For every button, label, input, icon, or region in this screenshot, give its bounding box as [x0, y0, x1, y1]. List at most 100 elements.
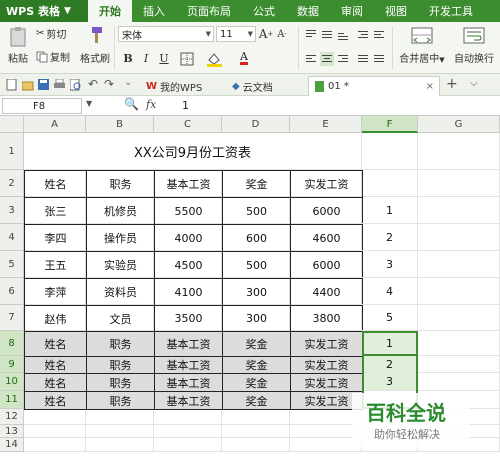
empty-cell[interactable]	[86, 425, 154, 438]
header-cell[interactable]: 奖金	[222, 331, 291, 357]
empty-cell[interactable]	[24, 409, 86, 425]
data-cell[interactable]: 5500	[154, 197, 223, 225]
italic-button[interactable]: I	[138, 50, 154, 66]
row-header[interactable]: 13	[0, 425, 24, 438]
row-header[interactable]: 3	[0, 197, 24, 224]
tab-document-01[interactable]: 01 * ×	[308, 76, 440, 96]
empty-cell[interactable]	[24, 425, 86, 438]
f-value-cell[interactable]: 3	[362, 251, 418, 278]
data-cell[interactable]: 6000	[290, 197, 363, 225]
empty-cell[interactable]	[222, 438, 290, 452]
open-folder-icon[interactable]	[22, 79, 34, 91]
f-value-cell[interactable]: 5	[362, 305, 418, 331]
header-cell[interactable]: 奖金	[222, 170, 291, 198]
header-cell[interactable]: 实发工资	[290, 373, 363, 392]
empty-cell[interactable]	[24, 438, 86, 452]
header-cell[interactable]: 奖金	[222, 356, 291, 374]
row-header[interactable]: 14	[0, 438, 24, 452]
format-painter-button[interactable]: 格式刷	[78, 26, 112, 65]
empty-cell[interactable]	[418, 251, 500, 278]
empty-cell[interactable]	[418, 356, 500, 373]
header-cell[interactable]: 奖金	[222, 391, 291, 410]
tab-my-wps[interactable]: W 我的WPS	[140, 76, 208, 96]
save-icon[interactable]	[38, 79, 50, 91]
sheet-title[interactable]: XX公司9月份工资表	[24, 133, 362, 170]
data-cell[interactable]: 300	[222, 278, 291, 306]
row-header[interactable]: 1	[0, 133, 24, 170]
empty-cell[interactable]	[418, 224, 500, 251]
undo-icon[interactable]: ↶	[88, 77, 98, 91]
f-value-cell[interactable]: 2	[362, 224, 418, 251]
header-cell[interactable]: 基本工资	[154, 356, 223, 374]
tab-list-icon[interactable]: ⌵	[470, 78, 478, 89]
distributed-icon[interactable]	[372, 52, 386, 66]
empty-cell[interactable]	[418, 373, 500, 391]
grow-font-button[interactable]: A +	[258, 26, 274, 42]
empty-cell[interactable]	[418, 133, 500, 170]
header-cell[interactable]: 基本工资	[154, 331, 223, 357]
header-cell[interactable]: 姓名	[24, 170, 87, 198]
f-value-cell[interactable]: 1	[362, 197, 418, 224]
column-header[interactable]: F	[362, 116, 418, 133]
align-top-icon[interactable]	[304, 28, 318, 42]
align-middle-icon[interactable]	[320, 28, 334, 42]
data-cell[interactable]: 李四	[24, 224, 87, 252]
underline-button[interactable]: U	[156, 50, 172, 66]
row-header[interactable]: 5	[0, 251, 24, 278]
header-cell[interactable]: 实发工资	[290, 356, 363, 374]
data-cell[interactable]: 操作员	[86, 224, 155, 252]
empty-cell[interactable]	[418, 305, 500, 331]
header-cell[interactable]: 职务	[86, 356, 155, 374]
header-cell[interactable]: 职务	[86, 331, 155, 357]
empty-cell[interactable]	[362, 170, 418, 197]
header-cell[interactable]: 奖金	[222, 373, 291, 392]
paste-button[interactable]: 粘贴	[6, 26, 30, 65]
data-cell[interactable]: 600	[222, 224, 291, 252]
print-preview-icon[interactable]	[70, 79, 82, 91]
header-cell[interactable]: 姓名	[24, 373, 87, 392]
data-cell[interactable]: 500	[222, 251, 291, 279]
wrap-text-button[interactable]: 自动换行	[450, 26, 498, 65]
data-cell[interactable]: 王五	[24, 251, 87, 279]
f-value-cell[interactable]: 4	[362, 278, 418, 305]
data-cell[interactable]: 3500	[154, 305, 223, 332]
data-cell[interactable]: 4400	[290, 278, 363, 306]
font-size-select[interactable]: 11 ▼	[216, 26, 256, 42]
justify-icon[interactable]	[356, 52, 370, 66]
row-header[interactable]: 6	[0, 278, 24, 305]
row-header[interactable]: 10	[0, 373, 24, 391]
align-right-icon[interactable]	[336, 52, 350, 66]
tab-data[interactable]: 数据	[286, 0, 330, 22]
tab-developer[interactable]: 开发工具	[418, 0, 484, 22]
customize-quick-access-icon[interactable]: ⌄	[124, 77, 132, 88]
column-header[interactable]: G	[418, 116, 500, 133]
header-cell[interactable]: 基本工资	[154, 170, 223, 198]
data-cell[interactable]: 6000	[290, 251, 363, 279]
print-icon[interactable]	[54, 79, 66, 91]
header-cell[interactable]: 姓名	[24, 391, 87, 410]
empty-cell[interactable]	[222, 409, 290, 425]
data-cell[interactable]: 实验员	[86, 251, 155, 279]
fill-color-icon[interactable]	[206, 51, 224, 67]
header-cell[interactable]: 姓名	[24, 356, 87, 374]
data-cell[interactable]: 3800	[290, 305, 363, 332]
header-cell[interactable]: 实发工资	[290, 331, 363, 357]
bold-button[interactable]: B	[120, 50, 136, 66]
header-cell[interactable]: 基本工资	[154, 373, 223, 392]
data-cell[interactable]: 4500	[154, 251, 223, 279]
tab-review[interactable]: 审阅	[330, 0, 374, 22]
increase-indent-icon[interactable]	[372, 28, 386, 42]
formula-input[interactable]: 1	[182, 99, 189, 112]
data-cell[interactable]: 赵伟	[24, 305, 87, 332]
column-header[interactable]: D	[222, 116, 290, 133]
data-cell[interactable]: 李萍	[24, 278, 87, 306]
row-header[interactable]: 8	[0, 331, 24, 356]
data-cell[interactable]: 4000	[154, 224, 223, 252]
empty-cell[interactable]	[86, 409, 154, 425]
tab-page-layout[interactable]: 页面布局	[176, 0, 242, 22]
font-name-select[interactable]: 宋体 ▼	[118, 26, 214, 42]
data-cell[interactable]: 文员	[86, 305, 155, 332]
data-cell[interactable]: 机修员	[86, 197, 155, 225]
empty-cell[interactable]	[154, 425, 222, 438]
column-header[interactable]: B	[86, 116, 154, 133]
